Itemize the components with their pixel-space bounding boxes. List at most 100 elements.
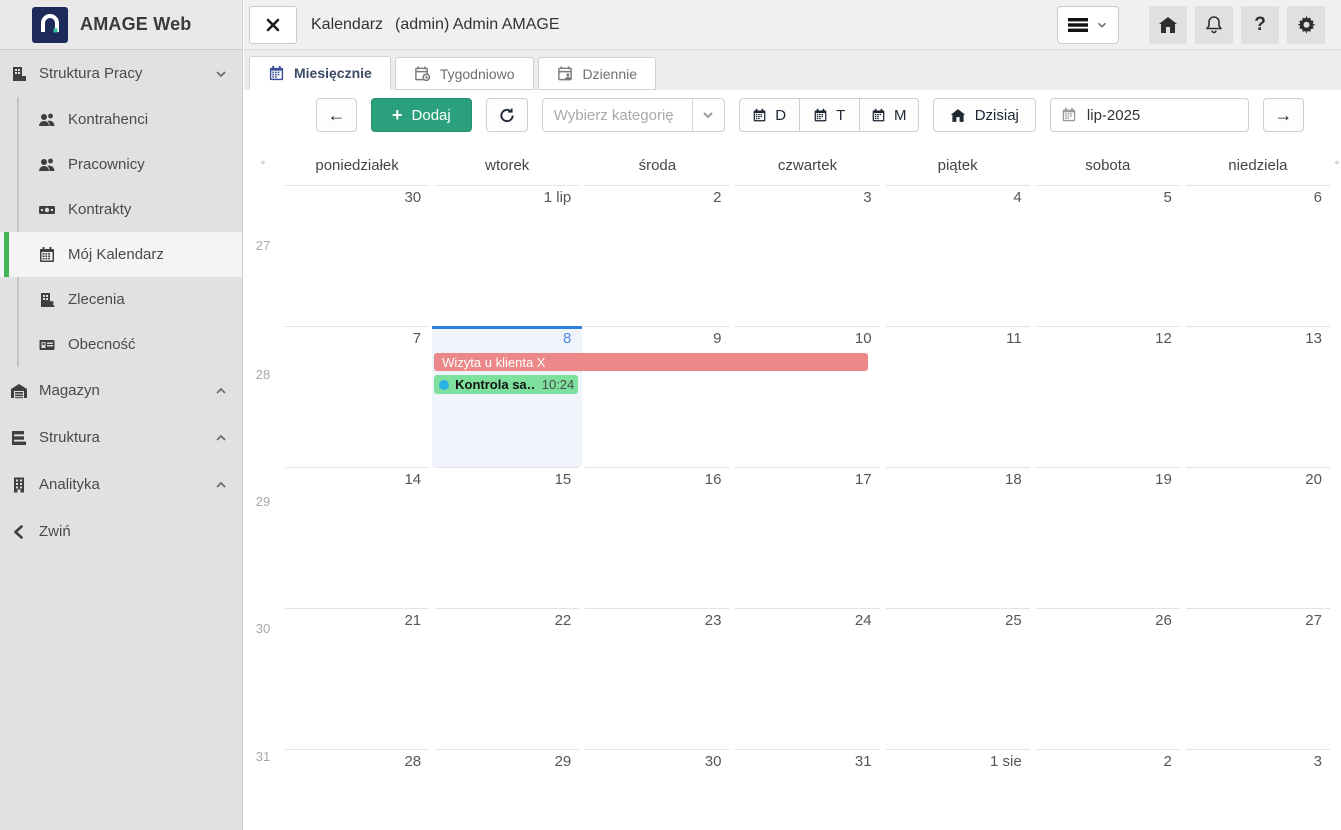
day-cell[interactable]: 16 — [582, 467, 732, 608]
chevron-down-icon — [214, 67, 228, 81]
notifications-button[interactable] — [1195, 6, 1233, 44]
day-cell-today[interactable]: 8 — [432, 326, 582, 467]
week-number: 29 — [244, 467, 282, 608]
event-kontrola[interactable]: Kontrola sa… 10:24 — [434, 375, 578, 394]
view-day-label: D — [775, 107, 786, 124]
sidebar-section-struktura-pracy[interactable]: Struktura Pracy — [0, 50, 242, 97]
day-cell[interactable]: 3 — [732, 185, 882, 326]
settings-button[interactable] — [1287, 6, 1325, 44]
day-cell[interactable]: 13 — [1183, 326, 1333, 467]
day-cell[interactable]: 31 — [732, 749, 882, 830]
day-cell[interactable]: 4 — [883, 185, 1033, 326]
sidebar-collapse-button[interactable]: Zwiń — [0, 508, 242, 555]
day-cell[interactable]: 29 — [432, 749, 582, 830]
day-cell[interactable]: 7 — [282, 326, 432, 467]
sidebar-section-analityka[interactable]: Analityka — [0, 461, 242, 508]
day-cell[interactable]: 12 — [1033, 326, 1183, 467]
warehouse-icon — [10, 382, 28, 400]
sidebar-section-struktura[interactable]: Struktura — [0, 414, 242, 461]
brand: AMAGE Web — [0, 0, 242, 50]
arrow-left-icon: ← — [328, 105, 346, 126]
day-cell[interactable]: 18 — [883, 467, 1033, 608]
main-menu-button[interactable] — [1057, 6, 1119, 44]
users-icon — [38, 156, 56, 174]
day-cell[interactable]: 30 — [582, 749, 732, 830]
week-row-27: 27 30 1 lip 2 3 4 5 6 — [244, 185, 1341, 326]
week-row-29: 29 14 15 16 17 18 19 20 — [244, 467, 1341, 608]
calendar-icon — [752, 108, 767, 123]
sidebar-item-label: Zlecenia — [68, 291, 125, 308]
select-dropdown-toggle[interactable] — [692, 99, 724, 131]
date-picker-input[interactable]: lip-2025 — [1050, 98, 1249, 132]
sidebar-item-label: Obecność — [68, 336, 136, 353]
sidebar-item-moj-kalendarz[interactable]: Mój Kalendarz — [0, 232, 242, 277]
sitemap-icon — [10, 429, 28, 447]
event-wizyta-u-klienta[interactable]: Wizyta u klienta X — [434, 353, 867, 371]
day-cell[interactable]: 15 — [432, 467, 582, 608]
add-event-button[interactable]: + Dodaj — [371, 98, 472, 132]
calendar-toolbar: ← + Dodaj Wybierz kategorię D T — [316, 98, 1341, 132]
view-day-button[interactable]: D — [739, 98, 799, 132]
banknote-icon — [38, 201, 56, 219]
sidebar-item-pracownicy[interactable]: Pracownicy — [0, 142, 242, 187]
sidebar-item-label: Mój Kalendarz — [68, 246, 164, 263]
sidebar-item-kontrakty[interactable]: Kontrakty — [0, 187, 242, 232]
tab-monthly[interactable]: Miesięcznie — [249, 56, 391, 90]
page-title-text: Kalendarz — [311, 16, 383, 33]
day-cell[interactable]: 11 — [883, 326, 1033, 467]
category-select[interactable]: Wybierz kategorię — [542, 98, 725, 132]
event-category-dot — [439, 380, 449, 390]
day-cell[interactable]: 1 sie — [883, 749, 1033, 830]
day-cell[interactable]: 3 — [1183, 749, 1333, 830]
chevron-up-icon — [214, 478, 228, 492]
day-cell[interactable]: 14 — [282, 467, 432, 608]
day-cell[interactable]: 20 — [1183, 467, 1333, 608]
day-header-wednesday: środa — [582, 146, 732, 185]
sidebar-item-label: Kontrahenci — [68, 111, 148, 128]
event-title: Wizyta u klienta X — [442, 355, 545, 370]
tab-daily[interactable]: Dziennie — [538, 57, 656, 90]
day-cell[interactable]: 19 — [1033, 467, 1183, 608]
help-button[interactable]: ? — [1241, 6, 1279, 44]
day-cell[interactable]: 2 — [582, 185, 732, 326]
day-cell[interactable]: 2 — [1033, 749, 1183, 830]
day-cell[interactable]: 23 — [582, 608, 732, 749]
close-view-button[interactable] — [249, 6, 297, 44]
next-period-button[interactable]: → — [1263, 98, 1304, 132]
sidebar-section-magazyn[interactable]: Magazyn — [0, 367, 242, 414]
day-cell[interactable]: 1 lip — [432, 185, 582, 326]
close-icon — [265, 17, 281, 33]
day-cell[interactable]: 6 — [1183, 185, 1333, 326]
prev-period-button[interactable]: ← — [316, 98, 357, 132]
day-header-monday: poniedziałek — [282, 146, 432, 185]
day-cell[interactable]: 17 — [732, 467, 882, 608]
add-event-label: Dodaj — [412, 107, 451, 124]
day-cell[interactable]: 24 — [732, 608, 882, 749]
tab-label: Dziennie — [583, 66, 637, 82]
sidebar-item-obecnosc[interactable]: Obecność — [0, 322, 242, 367]
view-month-button[interactable]: M — [859, 98, 919, 132]
day-cell[interactable]: 26 — [1033, 608, 1183, 749]
day-cell[interactable]: 25 — [883, 608, 1033, 749]
day-cell[interactable]: 30 — [282, 185, 432, 326]
sidebar-item-kontrahenci[interactable]: Kontrahenci — [0, 97, 242, 142]
week-number: 31 — [244, 749, 282, 830]
page-title: Kalendarz(admin) Admin AMAGE — [311, 16, 560, 34]
day-cell[interactable]: 5 — [1033, 185, 1183, 326]
sidebar: AMAGE Web Struktura Pracy Kontrahenci Pr… — [0, 0, 243, 830]
home-button[interactable] — [1149, 6, 1187, 44]
view-week-button[interactable]: T — [799, 98, 859, 132]
refresh-button[interactable] — [486, 98, 528, 132]
sidebar-item-zlecenia[interactable]: Zlecenia — [0, 277, 242, 322]
today-button[interactable]: Dzisiaj — [933, 98, 1036, 132]
week-column-header: ° — [244, 146, 282, 185]
day-cell[interactable]: 10 — [732, 326, 882, 467]
day-cell[interactable]: 28 — [282, 749, 432, 830]
chevron-up-icon — [214, 431, 228, 445]
day-cell[interactable]: 22 — [432, 608, 582, 749]
day-cell[interactable]: 21 — [282, 608, 432, 749]
sidebar-section-label: Struktura Pracy — [39, 65, 214, 82]
day-cell[interactable]: 9 — [582, 326, 732, 467]
day-cell[interactable]: 27 — [1183, 608, 1333, 749]
tab-weekly[interactable]: Tygodniowo — [395, 57, 534, 90]
